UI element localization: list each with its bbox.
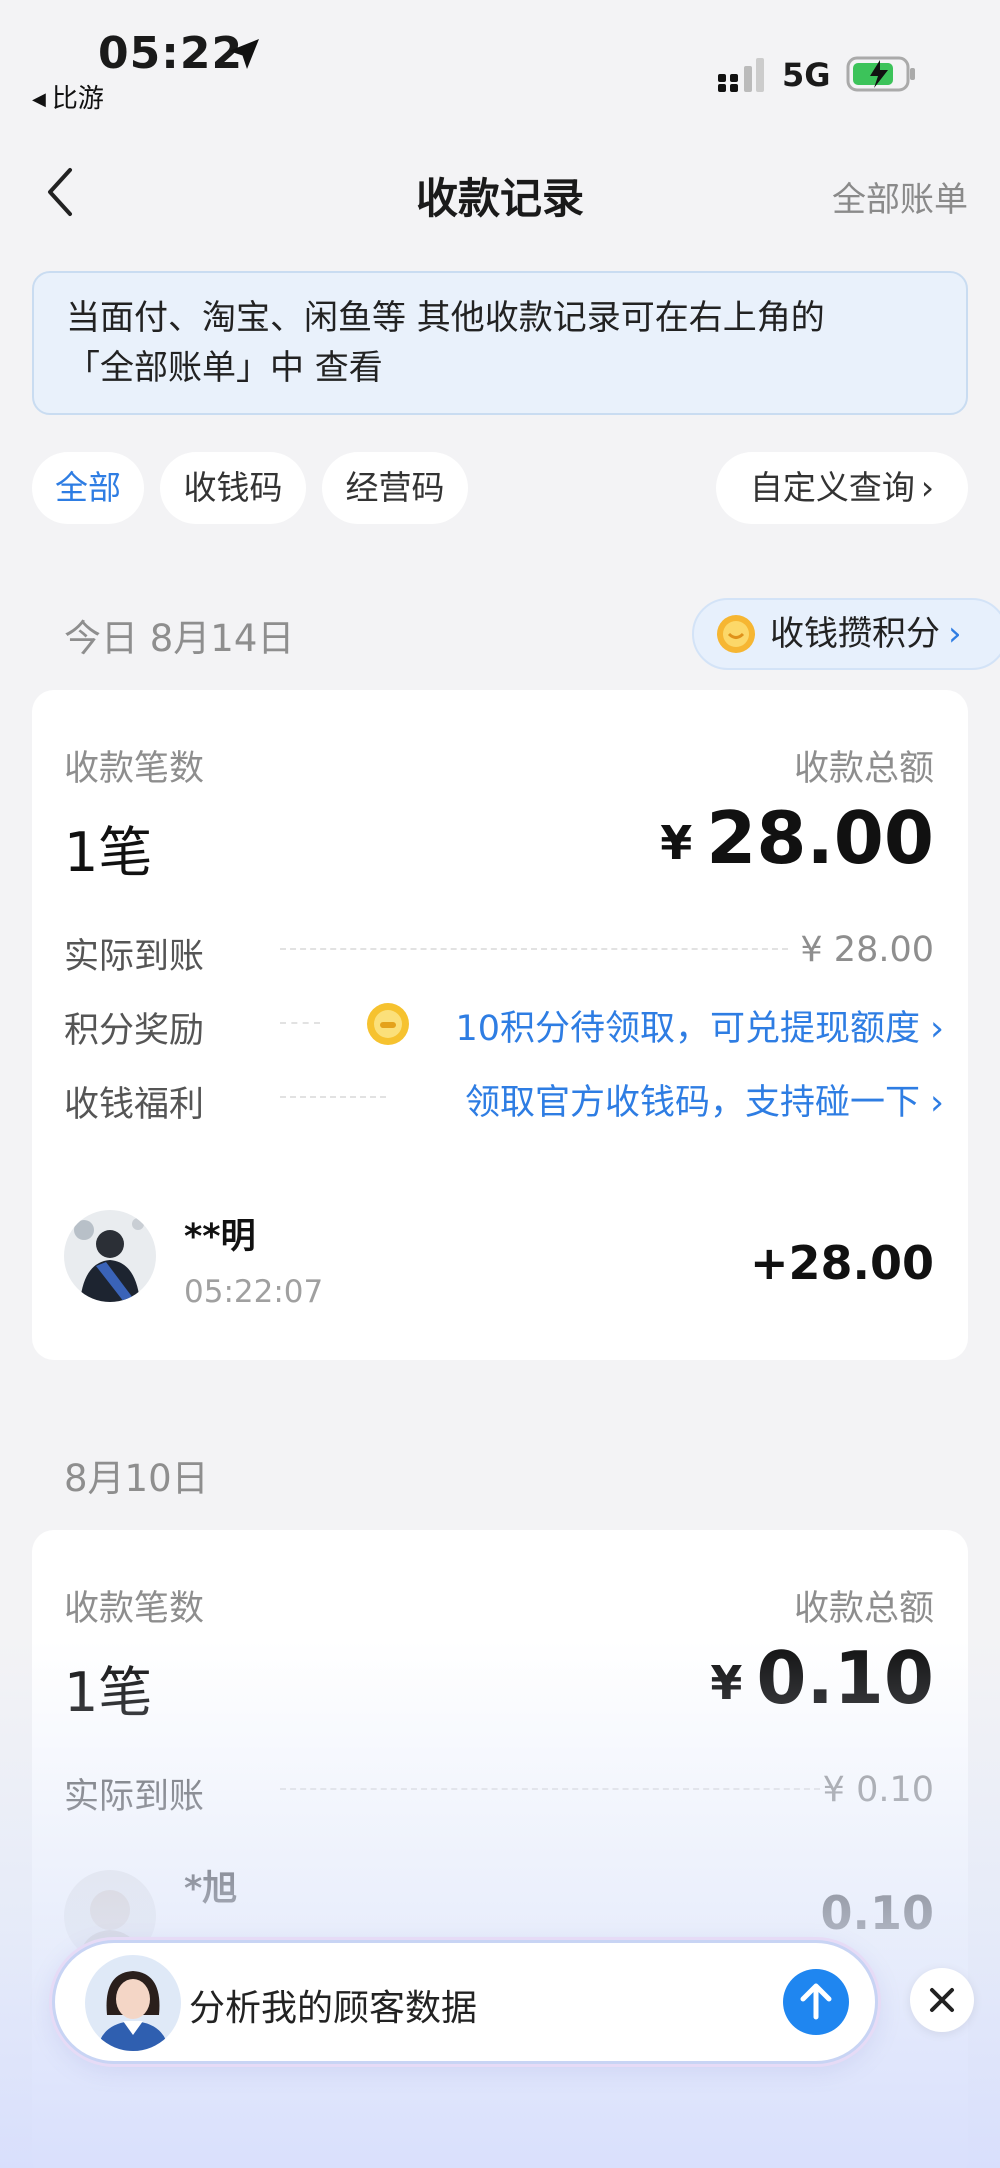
chevron-right-icon: › (930, 1083, 944, 1123)
back-triangle-icon: ◀ (32, 89, 46, 110)
points-reward-link[interactable]: 10积分待领取，可兑提现额度 › (455, 1000, 944, 1051)
reward-text: 10积分待领取，可兑提现额度 (455, 1009, 920, 1049)
received-label: 实际到账 (64, 1777, 205, 1817)
payment-time: 05:22:07 (184, 1274, 324, 1310)
currency-symbol: ¥ (710, 1656, 743, 1710)
received-amount: ¥ 0.10 (822, 1770, 934, 1810)
transaction-amount: 0.10 (820, 1886, 935, 1940)
location-arrow-icon (229, 39, 259, 69)
notice-line-2: 「全部账单」中 查看 (66, 348, 383, 388)
divider-dashed (280, 1022, 320, 1024)
notice-line-1: 当面付、淘宝、闲鱼等 其他收款记录可在右上角的 (66, 298, 825, 338)
payer-avatar (64, 1210, 156, 1302)
received-amount: ¥ 28.00 (800, 930, 934, 970)
payer-name: **明 (184, 1217, 256, 1257)
total-label: 收款总额 (793, 749, 934, 789)
payer-name: *旭 (184, 1869, 238, 1909)
all-bills-link[interactable]: 全部账单 (832, 172, 968, 221)
chevron-right-icon: › (930, 1009, 944, 1049)
close-icon (930, 1988, 954, 2012)
custom-query-button[interactable]: 自定义查询 › (716, 452, 968, 524)
signal-icon (718, 58, 764, 92)
payment-count: 1笔 (64, 1661, 153, 1724)
benefit-link[interactable]: 领取官方收钱码，支持碰一下 › (465, 1074, 944, 1125)
benefit-text: 领取官方收钱码，支持碰一下 (464, 1083, 920, 1123)
custom-query-label: 自定义查询 (749, 468, 915, 507)
total-value: 0.10 (756, 1636, 934, 1720)
network-type: 5G (782, 56, 831, 94)
date-header: 8月10日 (64, 1457, 209, 1500)
close-assistant-button[interactable] (910, 1968, 974, 2032)
ai-prompt-text: 分析我的顾客数据 (189, 1988, 478, 2029)
back-app-label: 比游 (51, 84, 104, 114)
earn-points-button[interactable]: 收钱攒积分 › (692, 598, 1000, 670)
filter-business-code[interactable]: 经营码 (322, 452, 468, 524)
date-header-today: 今日 8月14日 (64, 617, 295, 660)
coin-icon (717, 615, 755, 653)
benefit-label: 收钱福利 (64, 1085, 205, 1125)
earn-points-label: 收钱攒积分 (770, 614, 940, 654)
coin-icon (367, 1003, 409, 1045)
total-amount: ¥28.00 (660, 796, 934, 880)
payment-count: 1笔 (64, 821, 153, 884)
battery-charging-icon (846, 56, 915, 92)
transaction-amount: +28.00 (749, 1236, 934, 1290)
filter-all[interactable]: 全部 (32, 452, 144, 524)
send-button[interactable] (783, 1969, 849, 2035)
reward-label: 积分奖励 (64, 1011, 205, 1051)
info-notice: 当面付、淘宝、闲鱼等 其他收款记录可在右上角的 「全部账单」中 查看 (32, 271, 968, 415)
divider-dashed (280, 948, 788, 950)
arrow-up-icon (800, 1983, 832, 2020)
status-bar: 05:22 ◀ 比游 5G (0, 0, 1000, 120)
back-to-app[interactable]: ◀ 比游 (32, 78, 104, 115)
total-value: 28.00 (706, 796, 934, 880)
divider-dashed (280, 1788, 820, 1790)
total-amount: ¥0.10 (710, 1636, 934, 1720)
received-label: 实际到账 (64, 937, 205, 977)
total-label: 收款总额 (793, 1589, 934, 1629)
chevron-right-icon: › (920, 468, 935, 507)
count-label: 收款笔数 (64, 1589, 205, 1629)
assistant-avatar (85, 1955, 181, 2051)
ai-assistant-bar[interactable]: 分析我的顾客数据 (52, 1940, 878, 2064)
summary-card: 收款笔数 收款总额 1笔 ¥0.10 实际到账 ¥ 0.10 *旭 0.10 (32, 1530, 968, 2168)
chevron-right-icon: › (948, 614, 962, 654)
currency-symbol: ¥ (660, 816, 693, 870)
summary-card-today: 收款笔数 收款总额 1笔 ¥28.00 实际到账 ¥ 28.00 积分奖励 10… (32, 690, 968, 1360)
count-label: 收款笔数 (64, 749, 205, 789)
filter-collect-code[interactable]: 收钱码 (160, 452, 306, 524)
status-time: 05:22 (98, 28, 244, 79)
divider-dashed (280, 1096, 386, 1098)
